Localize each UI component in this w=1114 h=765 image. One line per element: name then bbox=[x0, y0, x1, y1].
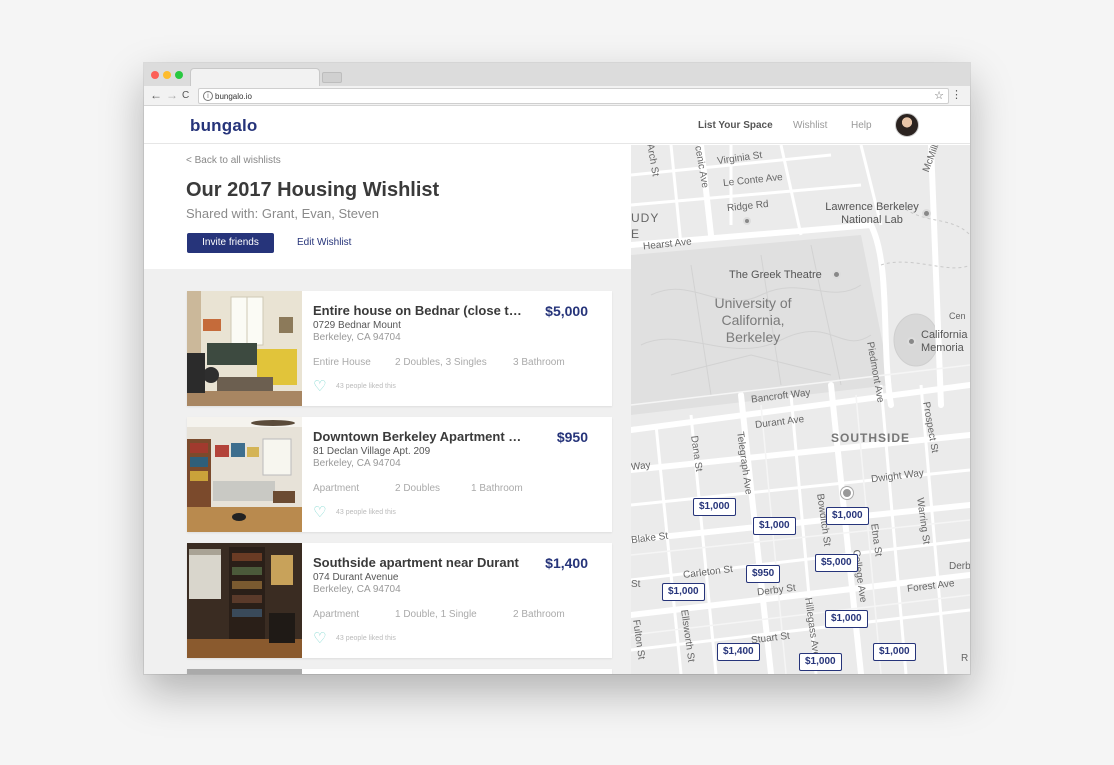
map-fragment-label: UDY bbox=[631, 211, 660, 225]
edit-wishlist-button[interactable]: Edit Wishlist bbox=[297, 237, 351, 248]
price-pin[interactable]: $1,000 bbox=[753, 517, 796, 535]
minimize-window-button[interactable] bbox=[163, 71, 171, 79]
listing-address: 074 Durant Avenue bbox=[313, 572, 399, 583]
site-header: bungalo List Your Space Wishlist Help bbox=[144, 106, 970, 144]
price-pin[interactable]: $1,400 bbox=[717, 643, 760, 661]
listing-baths: 2 Bathroom bbox=[513, 609, 565, 620]
wishlist-header-panel: < Back to all wishlists Our 2017 Housing… bbox=[144, 145, 631, 269]
stadium-icon[interactable] bbox=[907, 337, 916, 346]
listing-card[interactable] bbox=[187, 669, 612, 674]
price-pin[interactable]: $1,000 bbox=[873, 643, 916, 661]
bookmark-star-icon[interactable]: ☆ bbox=[934, 89, 944, 102]
poi-label: The Greek Theatre bbox=[729, 269, 822, 281]
listing-title[interactable]: Downtown Berkeley Apartment near BART bbox=[313, 429, 527, 444]
price-pin[interactable]: $5,000 bbox=[815, 554, 858, 572]
listing-type: Apartment bbox=[313, 483, 360, 494]
map-fragment-label: E bbox=[631, 227, 640, 241]
map-fragment-label: Cen bbox=[949, 311, 966, 321]
heart-icon[interactable]: ♡ bbox=[313, 631, 326, 646]
map[interactable]: Arch St Virginia St cenic Ave Le Conte A… bbox=[631, 145, 970, 674]
poi-label: Lawrence Berkeley National Lab bbox=[825, 201, 919, 226]
lab-icon[interactable] bbox=[922, 209, 931, 218]
tab-bar bbox=[144, 63, 970, 86]
browser-window: ← → C i bungalo.io ☆ ⋮ bungalo List Your… bbox=[144, 63, 970, 674]
shared-with-text: Shared with: Grant, Evan, Steven bbox=[186, 206, 379, 221]
listing-card[interactable]: Downtown Berkeley Apartment near BART $9… bbox=[187, 417, 612, 532]
listing-city: Berkeley, CA 94704 bbox=[313, 332, 401, 343]
url-text[interactable]: bungalo.io bbox=[215, 91, 252, 102]
listing-title[interactable]: Southside apartment near Durant bbox=[313, 555, 527, 570]
price-pin[interactable]: $1,000 bbox=[693, 498, 736, 516]
listing-card[interactable]: Southside apartment near Durant $1,400 0… bbox=[187, 543, 612, 658]
listing-baths: 1 Bathroom bbox=[471, 483, 523, 494]
price-pin[interactable]: $1,000 bbox=[825, 610, 868, 628]
reload-icon[interactable]: C bbox=[182, 88, 189, 103]
liked-count: 43 people liked this bbox=[336, 509, 396, 516]
listing-price: $1,400 bbox=[545, 555, 588, 571]
listing-card[interactable]: Entire house on Bednar (close to campus)… bbox=[187, 291, 612, 406]
browser-menu-icon[interactable]: ⋮ bbox=[951, 88, 962, 101]
browser-toolbar: ← → C i bungalo.io ☆ ⋮ bbox=[144, 86, 970, 106]
wishlist-pane: < Back to all wishlists Our 2017 Housing… bbox=[144, 145, 631, 674]
listing-title[interactable]: Entire house on Bednar (close to campus) bbox=[313, 303, 527, 318]
price-pin[interactable]: $1,000 bbox=[662, 583, 705, 601]
listing-type: Entire House bbox=[313, 357, 371, 368]
address-bar[interactable]: i bungalo.io ☆ bbox=[198, 88, 949, 104]
location-marker-icon[interactable] bbox=[841, 487, 853, 499]
listing-city: Berkeley, CA 94704 bbox=[313, 584, 401, 595]
new-tab-button[interactable] bbox=[322, 72, 342, 83]
listing-photo[interactable] bbox=[187, 417, 302, 532]
listing-baths: 3 Bathroom bbox=[513, 357, 565, 368]
campus-label: University of California, Berkeley bbox=[714, 295, 792, 345]
nav-wishlist[interactable]: Wishlist bbox=[793, 120, 827, 131]
browser-tab[interactable] bbox=[190, 68, 320, 86]
back-arrow-icon[interactable]: ← bbox=[150, 88, 162, 103]
map-fragment-label: R bbox=[961, 653, 969, 664]
forward-arrow-icon[interactable]: → bbox=[166, 88, 178, 103]
maximize-window-button[interactable] bbox=[175, 71, 183, 79]
district-label: SOUTHSIDE bbox=[831, 431, 911, 445]
poi-label: California Memoria bbox=[921, 329, 968, 354]
price-pin[interactable]: $950 bbox=[746, 565, 781, 583]
close-window-button[interactable] bbox=[151, 71, 159, 79]
invite-friends-button[interactable]: Invite friends bbox=[187, 233, 274, 253]
nav-list-your-space[interactable]: List Your Space bbox=[698, 120, 773, 131]
listing-address: 0729 Bednar Mount bbox=[313, 320, 401, 331]
price-pin[interactable]: $1,000 bbox=[799, 653, 842, 671]
listing-photo[interactable] bbox=[187, 669, 302, 674]
heart-icon[interactable]: ♡ bbox=[313, 505, 326, 520]
liked-count: 43 people liked this bbox=[336, 383, 396, 390]
listing-beds: 1 Double, 1 Single bbox=[395, 609, 477, 620]
listing-price: $5,000 bbox=[545, 303, 588, 319]
user-avatar[interactable] bbox=[895, 113, 919, 137]
liked-count: 43 people liked this bbox=[336, 635, 396, 642]
bungalo-logo[interactable]: bungalo bbox=[190, 116, 258, 136]
listing-city: Berkeley, CA 94704 bbox=[313, 458, 401, 469]
theatre-icon[interactable] bbox=[832, 270, 841, 279]
listing-beds: 2 Doubles bbox=[395, 483, 441, 494]
heart-icon[interactable]: ♡ bbox=[313, 379, 326, 394]
info-icon[interactable]: i bbox=[203, 91, 213, 101]
listing-beds: 2 Doubles, 3 Singles bbox=[395, 357, 487, 368]
listing-type: Apartment bbox=[313, 609, 360, 620]
nav-help[interactable]: Help bbox=[851, 120, 872, 131]
listing-price: $950 bbox=[556, 429, 588, 445]
back-to-wishlists-link[interactable]: < Back to all wishlists bbox=[186, 155, 281, 166]
listing-address: 81 Declan Village Apt. 209 bbox=[313, 446, 431, 457]
map-fragment-label: St bbox=[631, 579, 641, 590]
listing-photo[interactable] bbox=[187, 543, 302, 658]
listing-photo[interactable] bbox=[187, 291, 302, 406]
poi-icon[interactable] bbox=[743, 217, 751, 225]
wishlist-title: Our 2017 Housing Wishlist bbox=[186, 179, 440, 201]
map-fragment-label: Derb bbox=[949, 561, 970, 572]
price-pin[interactable]: $1,000 bbox=[826, 507, 869, 525]
